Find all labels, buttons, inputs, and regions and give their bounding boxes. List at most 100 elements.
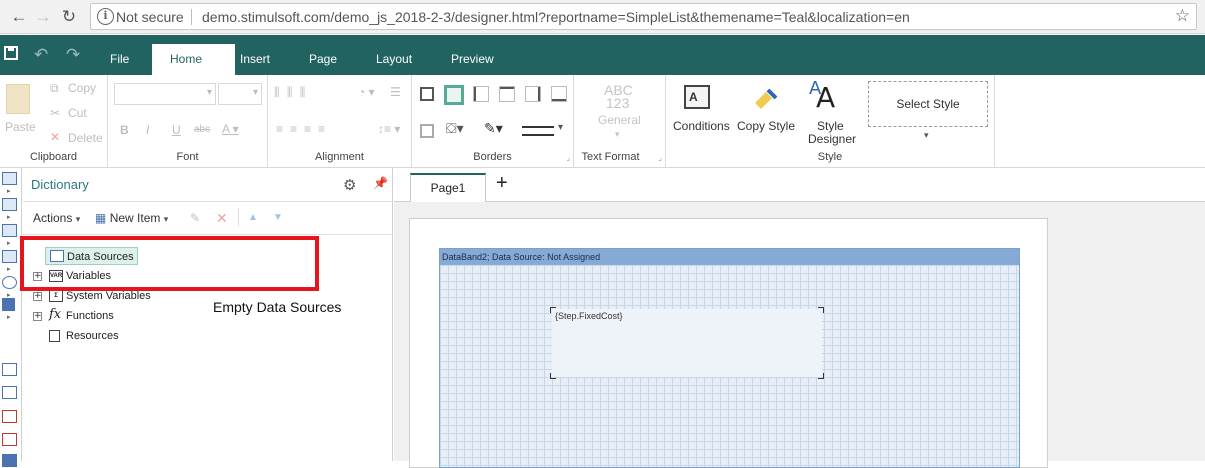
style-label: Style — [817, 151, 843, 163]
selection-handle[interactable] — [818, 373, 824, 379]
tree-item-resources[interactable]: Resources — [49, 327, 119, 345]
border-style-dropdown-icon[interactable]: ▾ — [558, 122, 563, 133]
tab-layout[interactable]: Layout — [358, 44, 430, 75]
report-title-icon[interactable] — [2, 172, 17, 185]
border-left-icon[interactable] — [473, 86, 489, 102]
font-size-combo[interactable] — [218, 83, 262, 105]
actions-menu[interactable]: Actions ▾ — [33, 211, 80, 225]
font-name-combo[interactable] — [114, 83, 216, 105]
font-color-icon[interactable]: A ▾ — [222, 122, 239, 136]
expand-system-variables-icon[interactable]: + — [33, 292, 42, 301]
add-page-button[interactable]: + — [496, 172, 508, 195]
info-icon[interactable]: i — [97, 8, 114, 25]
tree-item-label: Functions — [66, 310, 114, 322]
selection-handle[interactable] — [550, 307, 556, 313]
components-icon[interactable] — [2, 298, 15, 311]
border-style-icon[interactable] — [522, 126, 554, 136]
format-dropdown-icon[interactable]: ▾ — [615, 129, 620, 140]
undo-icon[interactable]: ↶ — [34, 45, 48, 65]
menu-bar: ↶ ↷ File Home Insert Page Layout Preview — [0, 35, 1205, 75]
bookmark-star-icon[interactable]: ☆ — [1175, 6, 1190, 26]
bold-icon[interactable]: B — [120, 123, 129, 137]
selection-handle[interactable] — [550, 373, 556, 379]
move-up-icon[interactable]: ▲ — [248, 212, 258, 223]
delete-icon[interactable]: ✕ — [216, 210, 228, 227]
expand-functions-icon[interactable]: + — [33, 312, 42, 321]
border-outer-icon[interactable] — [444, 85, 464, 105]
expand-arrow-icon[interactable]: ▸ — [7, 239, 11, 247]
border-top-icon[interactable] — [499, 86, 515, 102]
format-general-button[interactable]: General — [598, 113, 641, 127]
fill-color-icon[interactable]: ⛋▾ — [446, 120, 464, 137]
expand-arrow-icon[interactable]: ▸ — [7, 213, 11, 221]
rotate-icon[interactable]: ◔ ▾ — [358, 85, 375, 99]
expand-arrow-icon[interactable]: ▸ — [7, 265, 11, 273]
copy-style-button[interactable]: Copy Style — [737, 119, 795, 133]
address-separator — [191, 9, 192, 25]
copy-button[interactable]: Copy — [68, 81, 96, 95]
tab-page[interactable]: Page — [291, 44, 355, 75]
save-icon[interactable] — [4, 45, 18, 65]
cross-band-icon[interactable] — [2, 224, 17, 237]
tab-insert[interactable]: Insert — [222, 44, 288, 75]
data-band[interactable]: DataBand2; Data Source: Not Assigned {St… — [439, 248, 1020, 468]
dictionary-title: Dictionary — [31, 177, 89, 192]
new-item-label: New Item — [109, 211, 161, 225]
dictionary-toolbar-divider — [23, 234, 393, 235]
clipboard-group: Paste ⧉ Copy ✂ Cut ✕ Delete Clipboard — [0, 75, 108, 167]
text-format-expand-icon[interactable]: ⌟ — [658, 153, 662, 162]
border-bottom-icon[interactable] — [551, 86, 567, 102]
expand-arrow-icon[interactable]: ▸ — [7, 313, 11, 321]
horizontal-align-icons[interactable]: ≡≡≡≡ — [276, 122, 332, 136]
header-band-icon[interactable] — [2, 198, 17, 211]
selection-handle[interactable] — [818, 307, 824, 313]
select-style-button[interactable]: Select Style — [868, 81, 988, 127]
system-text-icon[interactable] — [2, 433, 17, 446]
settings-gear-icon[interactable]: ⚙ — [343, 176, 356, 194]
forward-icon[interactable]: → — [32, 6, 54, 28]
edit-icon[interactable]: ✎ — [190, 211, 200, 225]
expand-arrow-icon[interactable]: ▸ — [7, 187, 11, 195]
back-icon[interactable]: ← — [8, 6, 30, 28]
text-in-cells-icon[interactable] — [2, 410, 17, 423]
border-none-icon[interactable] — [420, 124, 434, 138]
style-designer-icon-accent: A — [809, 78, 822, 99]
border-right-icon[interactable] — [525, 86, 541, 102]
rich-text-icon[interactable] — [2, 386, 17, 399]
style-designer-button-line1[interactable]: Style — [817, 119, 844, 133]
style-designer-button-line2[interactable]: Designer — [808, 132, 856, 146]
cut-button[interactable]: Cut — [68, 106, 87, 120]
border-all-icon[interactable] — [420, 87, 434, 101]
tree-item-functions[interactable]: fx Functions — [49, 307, 114, 325]
security-status[interactable]: Not secure — [116, 9, 184, 25]
vertical-align-icons[interactable]: ⫼ ⫼ ⫼ — [274, 85, 307, 100]
line-spacing-icon[interactable]: ↕≡ ▾ — [378, 122, 400, 136]
shapes-icon[interactable] — [2, 276, 17, 289]
barcode-icon[interactable] — [2, 250, 17, 263]
pin-icon[interactable]: 📌 — [373, 176, 388, 190]
reload-icon[interactable]: ↻ — [58, 6, 80, 28]
wrap-icon[interactable]: ☰ — [390, 85, 401, 99]
new-item-menu[interactable]: ▦ New Item ▾ — [95, 211, 168, 225]
paste-button[interactable]: Paste — [5, 120, 36, 134]
underline-icon[interactable]: U — [172, 123, 181, 137]
border-color-icon[interactable]: ✎▾ — [484, 120, 503, 137]
redo-icon[interactable]: ↷ — [66, 45, 80, 65]
system-variables-icon: Σ — [49, 290, 63, 302]
select-style-dropdown-icon[interactable]: ▾ — [924, 130, 929, 141]
delete-button[interactable]: Delete — [68, 131, 103, 145]
url-text[interactable]: demo.stimulsoft.com/demo_js_2018-2-3/des… — [202, 9, 910, 25]
data-band-header[interactable]: DataBand2; Data Source: Not Assigned — [440, 249, 1019, 265]
tab-file[interactable]: File — [92, 44, 147, 75]
text-component-icon[interactable] — [2, 363, 17, 376]
conditions-button[interactable]: Conditions — [673, 119, 730, 133]
report-page[interactable]: DataBand2; Data Source: Not Assigned {St… — [409, 218, 1048, 468]
tab-page1[interactable]: Page1 — [410, 173, 486, 202]
strikethrough-icon[interactable]: abc — [194, 124, 210, 135]
tab-preview[interactable]: Preview — [433, 44, 512, 75]
italic-icon[interactable]: I — [146, 123, 149, 137]
address-bar[interactable]: i Not secure demo.stimulsoft.com/demo_js… — [90, 3, 1197, 30]
move-down-icon[interactable]: ▼ — [273, 212, 283, 223]
design-canvas[interactable]: DataBand2; Data Source: Not Assigned {St… — [394, 202, 1205, 468]
text-component[interactable]: {Step.FixedCost} — [552, 309, 822, 377]
